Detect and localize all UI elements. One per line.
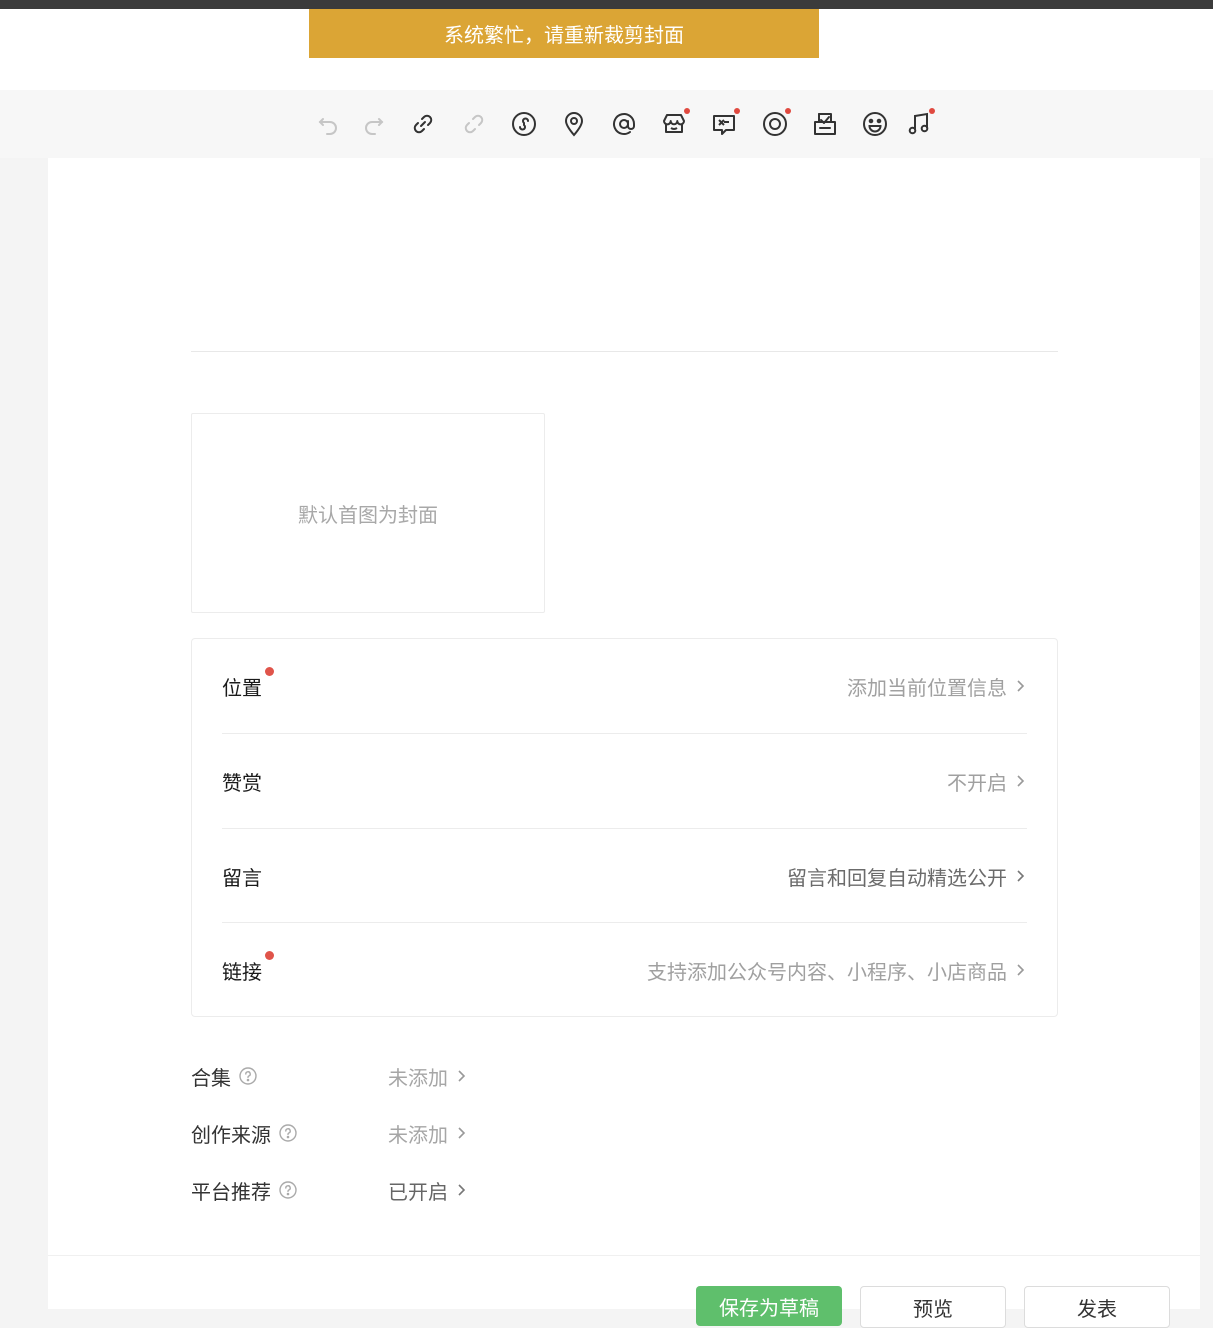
editor-toolbar — [0, 90, 1213, 158]
extra-value: 已开启 — [388, 1179, 448, 1204]
new-badge — [265, 950, 274, 960]
extra-label: 合集 — [191, 1065, 231, 1090]
redo-button[interactable] — [356, 107, 390, 141]
extra-value-link[interactable]: 未添加 — [388, 1062, 468, 1091]
mini-program-icon — [512, 112, 536, 136]
live-icon — [763, 112, 787, 136]
insert-link-button[interactable] — [406, 107, 440, 141]
setting-row-location[interactable]: 位置 添加当前位置信息 — [222, 639, 1027, 733]
extra-value: 未添加 — [388, 1065, 448, 1090]
help-icon[interactable] — [239, 1067, 257, 1085]
music-button[interactable] — [902, 107, 936, 141]
new-badge — [265, 666, 274, 676]
setting-row-comments[interactable]: 留言 留言和回复自动精选公开 — [222, 829, 1027, 923]
article-settings-panel: 默认首图为封面 位置 添加当前位置信息 赞赏 不开启 留言 留言和回复自动精选公… — [48, 158, 1200, 1255]
settings-card: 位置 添加当前位置信息 赞赏 不开启 留言 留言和回复自动精选公开 链接 支持添… — [191, 638, 1058, 1017]
extra-row-recommend: 平台推荐 已开启 — [191, 1175, 591, 1205]
setting-label: 位置 — [222, 675, 262, 700]
chevron-right-icon — [1017, 964, 1025, 976]
cover-image-picker[interactable]: 默认首图为封面 — [191, 413, 545, 613]
setting-value: 添加当前位置信息 — [847, 675, 1007, 700]
chevron-right-icon — [1017, 870, 1025, 882]
extra-value-link[interactable]: 未添加 — [388, 1119, 468, 1148]
help-icon[interactable] — [279, 1124, 297, 1142]
undo-button[interactable] — [312, 107, 346, 141]
preview-button[interactable]: 预览 — [860, 1286, 1006, 1328]
location-icon — [564, 112, 584, 137]
extra-value-link[interactable]: 已开启 — [388, 1176, 468, 1205]
help-icon[interactable] — [279, 1181, 297, 1199]
unlink-icon — [464, 114, 484, 134]
new-badge — [929, 108, 935, 114]
setting-label: 链接 — [222, 959, 262, 984]
setting-value: 不开启 — [947, 770, 1007, 795]
new-badge — [785, 108, 791, 114]
chevron-right-icon — [1017, 775, 1025, 787]
music-icon — [908, 112, 929, 135]
chevron-right-icon — [1017, 680, 1025, 692]
button-label: 保存为草稿 — [719, 1295, 819, 1320]
shop-button[interactable] — [657, 107, 691, 141]
publish-button[interactable]: 发表 — [1024, 1286, 1170, 1328]
save-draft-button[interactable]: 保存为草稿 — [696, 1286, 842, 1326]
button-label: 预览 — [913, 1296, 953, 1321]
extra-label: 创作来源 — [191, 1122, 271, 1147]
extra-row-source: 创作来源 未添加 — [191, 1118, 591, 1148]
mention-button[interactable] — [607, 107, 641, 141]
button-label: 发表 — [1077, 1296, 1117, 1321]
mention-icon — [613, 113, 635, 135]
toast-message: 系统繁忙，请重新裁剪封面 — [444, 23, 684, 47]
undo-icon — [318, 118, 337, 135]
extra-row-collection: 合集 未添加 — [191, 1061, 591, 1091]
error-toast: 系统繁忙，请重新裁剪封面 — [309, 9, 819, 58]
setting-row-links[interactable]: 链接 支持添加公众号内容、小程序、小店商品 — [222, 923, 1027, 1017]
setting-value: 留言和回复自动精选公开 — [787, 865, 1007, 890]
link-icon — [413, 114, 433, 134]
vote-button[interactable] — [808, 107, 842, 141]
chevron-right-icon — [458, 1127, 466, 1139]
new-badge — [734, 108, 740, 114]
extra-label: 平台推荐 — [191, 1179, 271, 1204]
extra-value: 未添加 — [388, 1122, 448, 1147]
chevron-right-icon — [458, 1184, 466, 1196]
mini-program-button[interactable] — [507, 107, 541, 141]
window-top-bar — [0, 0, 1213, 9]
live-button[interactable] — [758, 107, 792, 141]
redo-icon — [365, 118, 384, 135]
content-divider — [191, 351, 1058, 352]
cover-placeholder: 默认首图为封面 — [298, 502, 438, 527]
shop-icon — [663, 114, 685, 133]
setting-value: 支持添加公众号内容、小程序、小店商品 — [647, 959, 1007, 984]
gift-button[interactable] — [707, 107, 741, 141]
vote-icon — [814, 113, 836, 135]
location-button[interactable] — [557, 107, 591, 141]
chevron-right-icon — [458, 1070, 466, 1082]
gift-icon — [713, 115, 735, 135]
setting-label: 赞赏 — [222, 770, 262, 795]
emoji-icon — [863, 112, 887, 136]
new-badge — [684, 108, 690, 114]
emoji-button[interactable] — [858, 107, 892, 141]
setting-label: 留言 — [222, 865, 262, 890]
setting-row-reward[interactable]: 赞赏 不开启 — [222, 734, 1027, 828]
remove-link-button[interactable] — [457, 107, 491, 141]
